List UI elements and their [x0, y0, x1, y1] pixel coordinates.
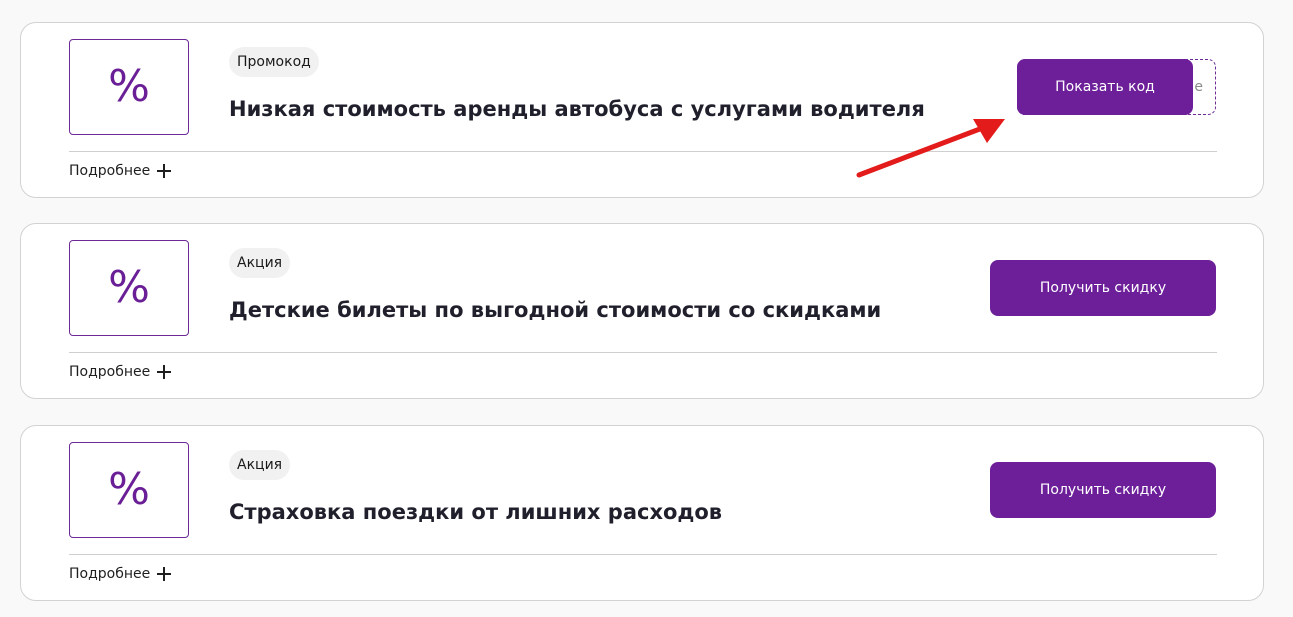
divider [69, 352, 1217, 353]
details-toggle[interactable]: Подробнее [69, 362, 172, 382]
offer-card-discount: % Акция Детские билеты по выгодной стоим… [20, 223, 1264, 399]
get-discount-button[interactable]: Получить скидку [990, 462, 1216, 518]
plus-icon [157, 365, 172, 379]
divider [69, 554, 1217, 555]
details-label: Подробнее [69, 364, 151, 380]
offer-type-badge: Акция [229, 450, 291, 480]
details-toggle[interactable]: Подробнее [69, 564, 172, 584]
plus-icon [157, 164, 172, 178]
details-label: Подробнее [69, 163, 151, 179]
show-code-button[interactable]: Показать код [1017, 59, 1193, 115]
offer-type-badge: Акция [229, 248, 291, 278]
percent-logo: % [69, 442, 189, 538]
offer-card-discount: % Акция Страховка поездки от лишних расх… [20, 425, 1264, 601]
offer-title: Детские билеты по выгодной стоимости со … [229, 298, 882, 322]
divider [69, 151, 1217, 152]
get-discount-button[interactable]: Получить скидку [990, 260, 1216, 316]
details-toggle[interactable]: Подробнее [69, 161, 172, 181]
offer-type-badge: Промокод [229, 47, 319, 77]
offer-card-promo: % Промокод Низкая стоимость аренды автоб… [20, 22, 1264, 198]
offer-title: Страховка поездки от лишних расходов [229, 500, 723, 524]
plus-icon [157, 567, 172, 581]
percent-logo: % [69, 39, 189, 135]
red-arrow-annotation [856, 119, 1005, 178]
details-label: Подробнее [69, 566, 151, 582]
percent-logo: % [69, 240, 189, 336]
promo-code-peek: е [1194, 79, 1203, 95]
